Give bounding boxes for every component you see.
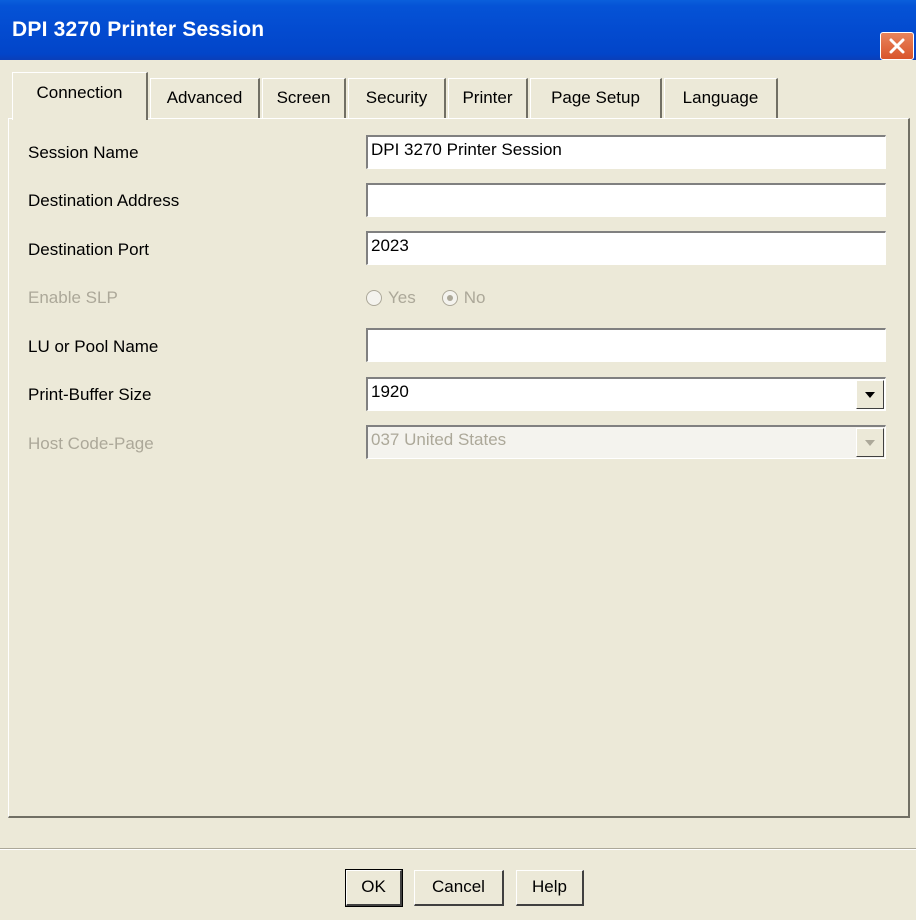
chevron-down-icon [865,391,875,398]
help-button[interactable]: Help [516,870,584,906]
host-code-page-dropdown-button[interactable] [856,428,884,457]
print-buffer-size-select[interactable]: 1920 [366,377,886,411]
slp-no-label: No [463,288,486,307]
cancel-button[interactable]: Cancel [414,870,504,906]
tab-panel-connection [8,118,910,818]
session-name-field[interactable]: DPI 3270 Printer Session [366,135,886,169]
ok-button[interactable]: OK [345,869,403,907]
title-bar: DPI 3270 Printer Session [0,0,916,60]
tab-page-setup[interactable]: Page Setup [530,78,662,118]
print-buffer-dropdown-button[interactable] [856,380,884,409]
tab-connection[interactable]: Connection [12,72,148,120]
host-code-page-value: 037 United States [371,430,507,449]
destination-address-label: Destination Address [28,191,180,210]
tab-printer[interactable]: Printer [448,78,528,118]
chevron-down-icon [865,439,875,446]
destination-port-label: Destination Port [28,240,149,259]
host-code-page-label: Host Code-Page [28,434,154,453]
window-title: DPI 3270 Printer Session [12,18,265,41]
lu-pool-name-field[interactable] [366,328,886,362]
destination-port-field[interactable]: 2023 [366,231,886,265]
tab-advanced[interactable]: Advanced [150,78,260,118]
slp-yes-label: Yes [388,288,416,307]
enable-slp-radio-group: Yes No [366,288,485,308]
radio-selected-dot [446,295,453,301]
session-name-label: Session Name [28,143,139,162]
enable-slp-label: Enable SLP [28,288,118,307]
tab-strip: Connection Advanced Screen Security Prin… [8,70,908,120]
print-buffer-size-label: Print-Buffer Size [28,385,152,404]
slp-yes-radio[interactable] [366,290,382,306]
destination-address-field[interactable] [366,183,886,217]
button-bar-separator [0,848,916,850]
close-button[interactable] [880,32,914,60]
tab-language[interactable]: Language [664,78,778,118]
tab-screen[interactable]: Screen [262,78,346,118]
host-code-page-select[interactable]: 037 United States [366,425,886,459]
tab-security[interactable]: Security [348,78,446,118]
slp-no-radio[interactable] [441,290,458,306]
print-buffer-size-value: 1920 [371,382,409,401]
close-icon [889,38,905,54]
lu-pool-name-label: LU or Pool Name [28,337,159,356]
